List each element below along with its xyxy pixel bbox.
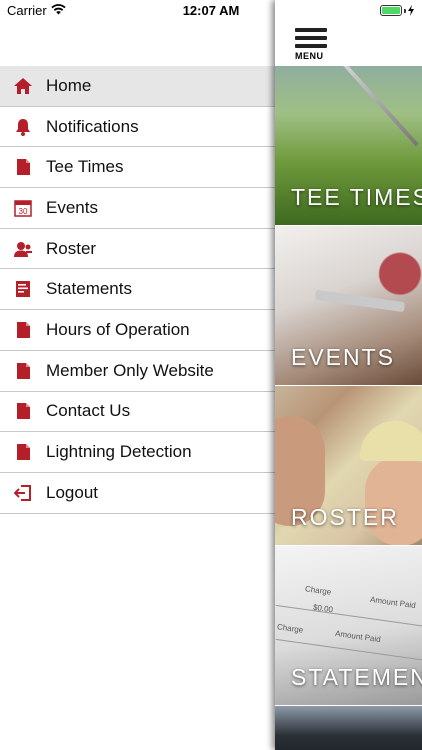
person-image: [365, 456, 422, 545]
document-icon: [0, 443, 46, 461]
menu-item-member-only-website[interactable]: Member Only Website: [0, 351, 275, 392]
menu-button[interactable]: MENU: [295, 28, 327, 61]
document-icon: [0, 321, 46, 339]
statement-text: Charge: [304, 584, 332, 597]
tile-label: STATEMENTS: [291, 664, 422, 690]
tile-label: EVENTS: [291, 344, 396, 370]
calendar-day: 30: [19, 207, 28, 216]
menu-item-label: Events: [46, 197, 98, 217]
menu-item-roster[interactable]: Roster: [0, 229, 275, 270]
menu-item-statements[interactable]: Statements: [0, 269, 275, 311]
menu-item-label: Lightning Detection: [46, 442, 192, 462]
hamburger-icon: [295, 28, 327, 32]
menu-button-label: MENU: [295, 51, 324, 61]
menu-item-label: Contact Us: [46, 401, 131, 421]
menu-item-label: Home: [46, 75, 92, 95]
golf-club-image: [335, 66, 419, 147]
menu-item-tee-times[interactable]: Tee Times: [0, 147, 275, 189]
cap-image: [360, 421, 422, 461]
tile-roster[interactable]: ROSTER: [275, 386, 422, 546]
menu-item-notifications[interactable]: Notifications: [0, 107, 275, 148]
tile-tee-times[interactable]: TEE TIMES: [275, 66, 422, 226]
bell-icon: [0, 118, 46, 136]
statement-text: Charge: [276, 622, 304, 635]
statement-icon: [0, 280, 46, 298]
status-bar: Carrier 12:07 AM: [0, 0, 422, 22]
charging-icon: [408, 5, 414, 16]
statement-text: Amount Paid: [334, 628, 382, 645]
tile-label: TEE TIMES: [291, 184, 422, 210]
tile-statements[interactable]: Charge Amount Paid $0.00 Charge Amount P…: [275, 546, 422, 706]
menu-item-label: Statements: [46, 279, 132, 299]
table-setting-image: [314, 289, 406, 313]
document-icon: [0, 158, 46, 176]
menu-item-hours-of-operation[interactable]: Hours of Operation: [0, 310, 275, 351]
menu-item-label: Tee Times: [46, 157, 124, 177]
menu-item-label: Logout: [46, 482, 98, 502]
side-menu: Home Notifications Tee Times 30 Events R…: [0, 0, 275, 750]
people-icon: [0, 241, 46, 257]
menu-list: Home Notifications Tee Times 30 Events R…: [0, 66, 275, 514]
document-icon: [0, 402, 46, 420]
menu-item-home[interactable]: Home: [0, 66, 275, 107]
statement-rule: [275, 638, 422, 663]
clock: 12:07 AM: [182, 3, 240, 18]
menu-item-events[interactable]: 30 Events: [0, 188, 275, 229]
tile-partial[interactable]: [275, 706, 422, 750]
logout-icon: [0, 484, 46, 502]
menu-item-contact-us[interactable]: Contact Us: [0, 392, 275, 433]
calendar-icon: 30: [0, 199, 46, 217]
menu-item-label: Roster: [46, 238, 97, 258]
menu-item-label: Member Only Website: [46, 360, 214, 380]
tile-label: ROSTER: [291, 504, 399, 530]
menu-item-logout[interactable]: Logout: [0, 473, 275, 514]
menu-item-lightning-detection[interactable]: Lightning Detection: [0, 432, 275, 473]
document-icon: [0, 362, 46, 380]
main-content: MENU TEE TIMES EVENTS ROSTER Charge Amou…: [275, 0, 422, 750]
menu-item-label: Notifications: [46, 116, 139, 136]
tile-events[interactable]: EVENTS: [275, 226, 422, 386]
home-icon: [0, 77, 46, 95]
menu-item-label: Hours of Operation: [46, 319, 190, 339]
battery-icon: [380, 5, 414, 16]
statement-text: Amount Paid: [369, 594, 417, 611]
